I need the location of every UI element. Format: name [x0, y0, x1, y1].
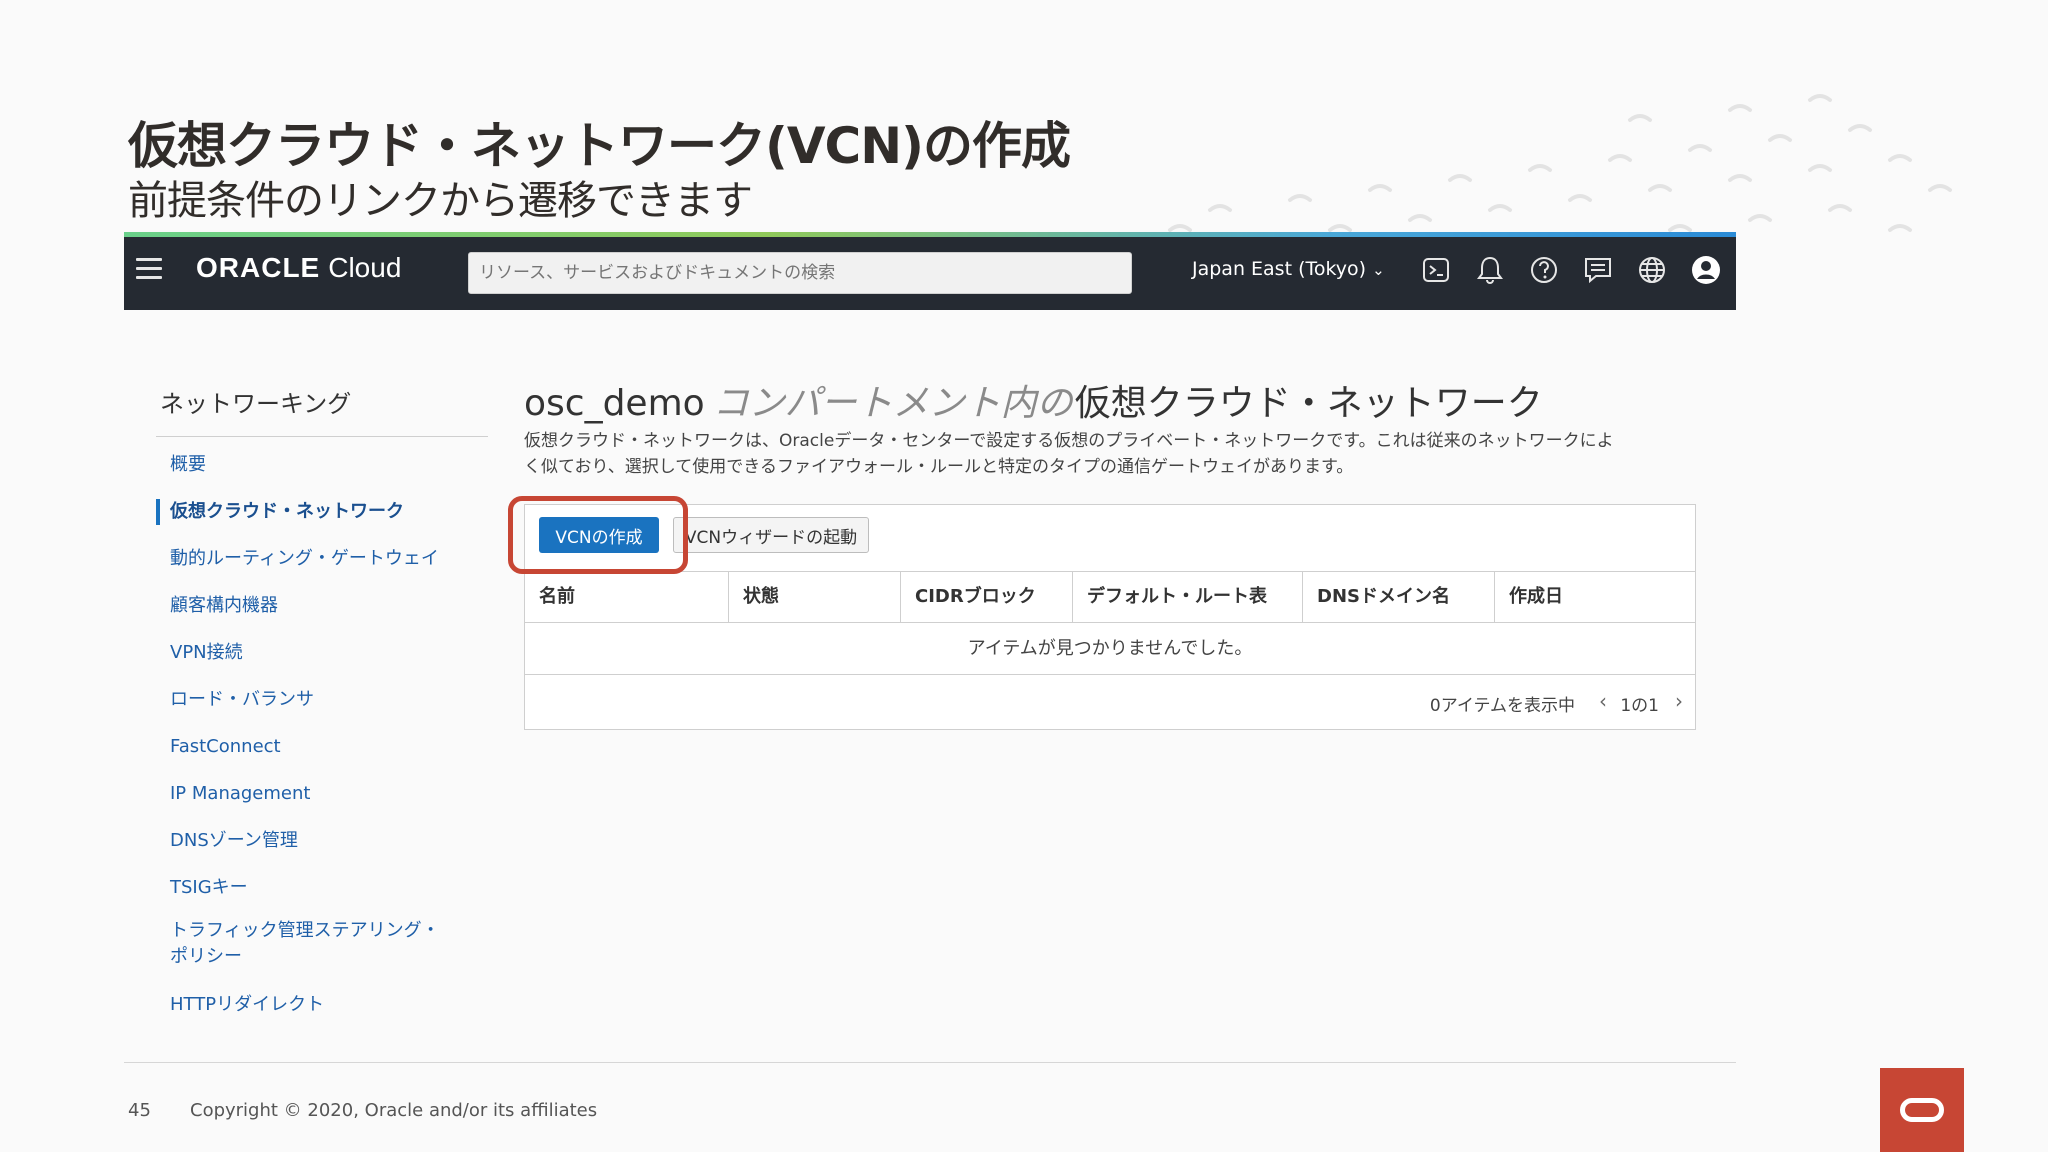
description-line-1: 仮想クラウド・ネットワークは、Oracleデータ・センターで設定する仮想のプライ…	[524, 431, 1614, 451]
empty-table-message: アイテムが見つかりませんでした。	[525, 623, 1695, 675]
brand-oracle: ORACLE	[196, 252, 321, 283]
copyright: Copyright © 2020, Oracle and/or its affi…	[190, 1100, 598, 1121]
brand-cloud: Cloud	[328, 252, 402, 283]
sidebar-item-overview[interactable]: 概要	[156, 452, 456, 478]
sidebar-item-fastconnect[interactable]: FastConnect	[156, 734, 456, 760]
oracle-logo	[1880, 1068, 1964, 1152]
region-label: Japan East (Tokyo)	[1192, 258, 1367, 280]
chevron-down-icon: ⌄	[1372, 261, 1385, 279]
sidebar-title: ネットワーキング	[160, 390, 352, 418]
sidebar-item-http-redirect[interactable]: HTTPリダイレクト	[156, 992, 456, 1018]
cloud-shell-icon[interactable]	[1420, 254, 1452, 286]
sidebar-item-dns-zone[interactable]: DNSゾーン管理	[156, 828, 456, 854]
chevron-left-icon[interactable]: ‹	[1599, 689, 1607, 713]
create-vcn-button[interactable]: VCNの作成	[539, 517, 659, 553]
description-line-2: く似ており、選択して使用できるファイアウォール・ルールと特定のタイプの通信ゲート…	[524, 457, 1354, 477]
compartment-name: osc_demo	[524, 383, 705, 424]
oracle-ring-icon	[1900, 1098, 1944, 1122]
menu-icon[interactable]	[136, 258, 162, 280]
table-pager: 0アイテムを表示中 ‹ 1の1 ›	[525, 675, 1695, 729]
start-vcn-wizard-button[interactable]: VCNウィザードの起動	[673, 517, 869, 553]
footer-divider	[124, 1062, 1736, 1063]
console-screenshot: ORACLECloud Japan East (Tokyo) ⌄ ネットワーキング…	[124, 232, 1736, 1062]
column-header-cidr[interactable]: CIDRブロック	[901, 572, 1073, 622]
globe-icon[interactable]	[1636, 254, 1668, 286]
profile-icon[interactable]	[1690, 254, 1722, 286]
oracle-cloud-logo[interactable]: ORACLE Cloud	[196, 252, 401, 284]
sidebar-item-drg[interactable]: 動的ルーティング・ゲートウェイ	[156, 546, 456, 572]
pager-page-indicator: 1の1	[1620, 696, 1659, 716]
sidebar-item-tsig[interactable]: TSIGキー	[156, 875, 456, 901]
chat-icon[interactable]	[1582, 254, 1614, 286]
sidebar-item-traffic-steering[interactable]: トラフィック管理ステアリング・ポリシー	[156, 918, 456, 970]
table-header: 名前 状態 CIDRブロック デフォルト・ルート表 DNSドメイン名 作成日	[525, 571, 1695, 623]
search-input[interactable]	[468, 252, 1132, 294]
sidebar-item-vpn[interactable]: VPN接続	[156, 640, 456, 666]
sidebar-item-cpe[interactable]: 顧客構内機器	[156, 593, 456, 619]
page-title: osc_demo コンパートメント内の仮想クラウド・ネットワーク	[524, 374, 1543, 426]
sidebar-item-load-balancer[interactable]: ロード・バランサ	[156, 687, 456, 713]
column-header-state[interactable]: 状態	[729, 572, 901, 622]
slide-subtitle: 前提条件のリンクから遷移できます	[128, 178, 753, 224]
page-description: 仮想クラウド・ネットワークは、Oracleデータ・センターで設定する仮想のプライ…	[524, 428, 1736, 480]
region-selector[interactable]: Japan East (Tokyo) ⌄	[1192, 258, 1385, 280]
sidebar-divider	[156, 436, 488, 437]
column-header-route-table[interactable]: デフォルト・ルート表	[1073, 572, 1303, 622]
help-icon[interactable]	[1528, 254, 1560, 286]
title-compartment-text: コンパートメント内の	[712, 383, 1073, 424]
top-navigation-bar: ORACLECloud Japan East (Tokyo) ⌄	[124, 232, 1736, 310]
vcn-list-panel: VCNの作成 VCNウィザードの起動 名前 状態 CIDRブロック デフォルト・…	[524, 504, 1696, 730]
sidebar-item-vcn[interactable]: 仮想クラウド・ネットワーク	[156, 499, 456, 525]
title-suffix: 仮想クラウド・ネットワーク	[1074, 383, 1543, 424]
column-header-created[interactable]: 作成日	[1495, 572, 1695, 622]
column-header-dns-domain[interactable]: DNSドメイン名	[1303, 572, 1495, 622]
column-header-name[interactable]: 名前	[525, 572, 729, 622]
page-number: 45	[128, 1100, 151, 1121]
pager-item-count: 0アイテムを表示中	[1429, 696, 1575, 716]
chevron-right-icon[interactable]: ›	[1675, 689, 1683, 713]
accent-stripe	[124, 232, 1736, 237]
sidebar-item-ip-management[interactable]: IP Management	[156, 781, 456, 807]
bell-icon[interactable]	[1474, 254, 1506, 286]
